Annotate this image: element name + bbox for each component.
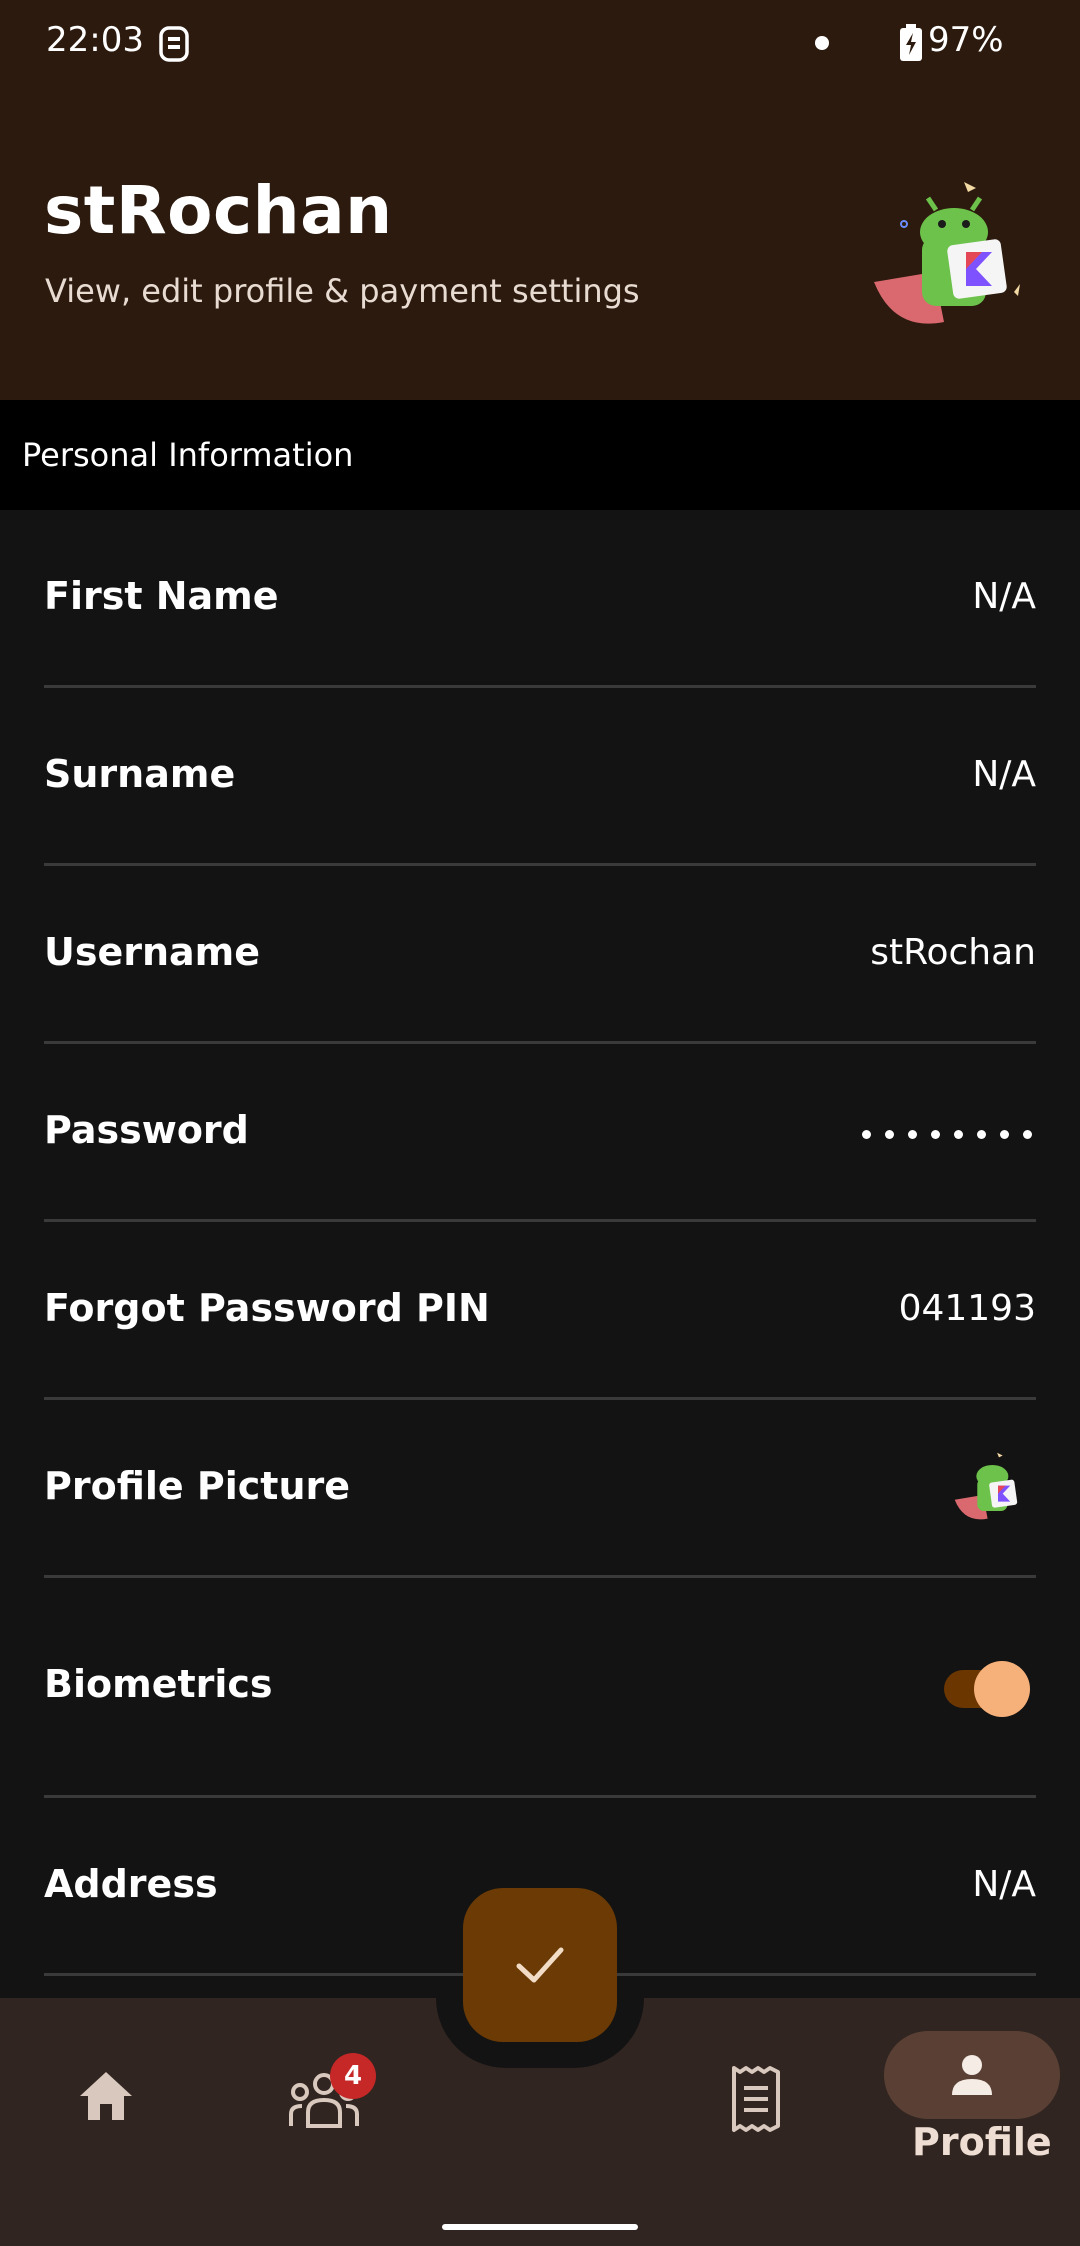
forgot-pin-value: 041193 xyxy=(898,1288,1036,1329)
profile-header: stRochan View, edit profile & payment se… xyxy=(0,90,1080,400)
password-label: Password xyxy=(44,1108,249,1152)
address-value: N/A xyxy=(972,1864,1036,1905)
password-value xyxy=(862,1130,1032,1139)
android-mascot-icon xyxy=(874,182,1020,324)
surname-label: Surname xyxy=(44,752,236,796)
section-title: Personal Information xyxy=(22,436,354,474)
first-name-label: First Name xyxy=(44,574,279,618)
person-icon xyxy=(952,2055,992,2095)
first-name-value: N/A xyxy=(972,576,1036,617)
first-name-row[interactable]: First Name N/A xyxy=(44,510,1036,688)
surname-value: N/A xyxy=(972,754,1036,795)
save-fab-button[interactable] xyxy=(463,1888,617,2042)
toggle-thumb xyxy=(974,1661,1030,1717)
biometrics-row: Biometrics xyxy=(44,1578,1036,1798)
notification-badge: 4 xyxy=(330,2053,376,2099)
surname-row[interactable]: Surname N/A xyxy=(44,688,1036,866)
battery-charging-icon xyxy=(900,24,922,61)
profile-picture-label: Profile Picture xyxy=(44,1464,351,1508)
page-title: stRochan xyxy=(44,172,393,249)
gesture-bar xyxy=(442,2224,638,2230)
username-value: stRochan xyxy=(870,932,1036,973)
profile-picture-row[interactable]: Profile Picture xyxy=(44,1400,1036,1578)
section-header: Personal Information xyxy=(0,400,1080,510)
home-icon[interactable] xyxy=(76,2068,136,2124)
nav-profile-tab[interactable] xyxy=(884,2031,1060,2119)
password-row[interactable]: Password xyxy=(44,1044,1036,1222)
nav-profile-label: Profile xyxy=(912,2120,1052,2164)
sim-icon xyxy=(159,26,189,62)
biometrics-toggle[interactable] xyxy=(938,1661,1030,1718)
forgot-pin-label: Forgot Password PIN xyxy=(44,1286,490,1330)
page-subtitle: View, edit profile & payment settings xyxy=(45,272,640,310)
address-label: Address xyxy=(44,1862,218,1906)
battery-percent: 97% xyxy=(928,20,1004,60)
receipt-icon[interactable] xyxy=(730,2064,782,2134)
username-row[interactable]: Username stRochan xyxy=(44,866,1036,1044)
forgot-pin-row[interactable]: Forgot Password PIN 041193 xyxy=(44,1222,1036,1400)
notification-dot-icon xyxy=(815,36,829,50)
username-label: Username xyxy=(44,930,261,974)
status-bar: 22:03 97% xyxy=(0,0,1080,90)
check-icon xyxy=(516,1947,564,1983)
status-time: 22:03 xyxy=(46,20,144,60)
profile-picture-thumbnail[interactable] xyxy=(950,1448,1030,1528)
biometrics-label: Biometrics xyxy=(44,1662,273,1706)
